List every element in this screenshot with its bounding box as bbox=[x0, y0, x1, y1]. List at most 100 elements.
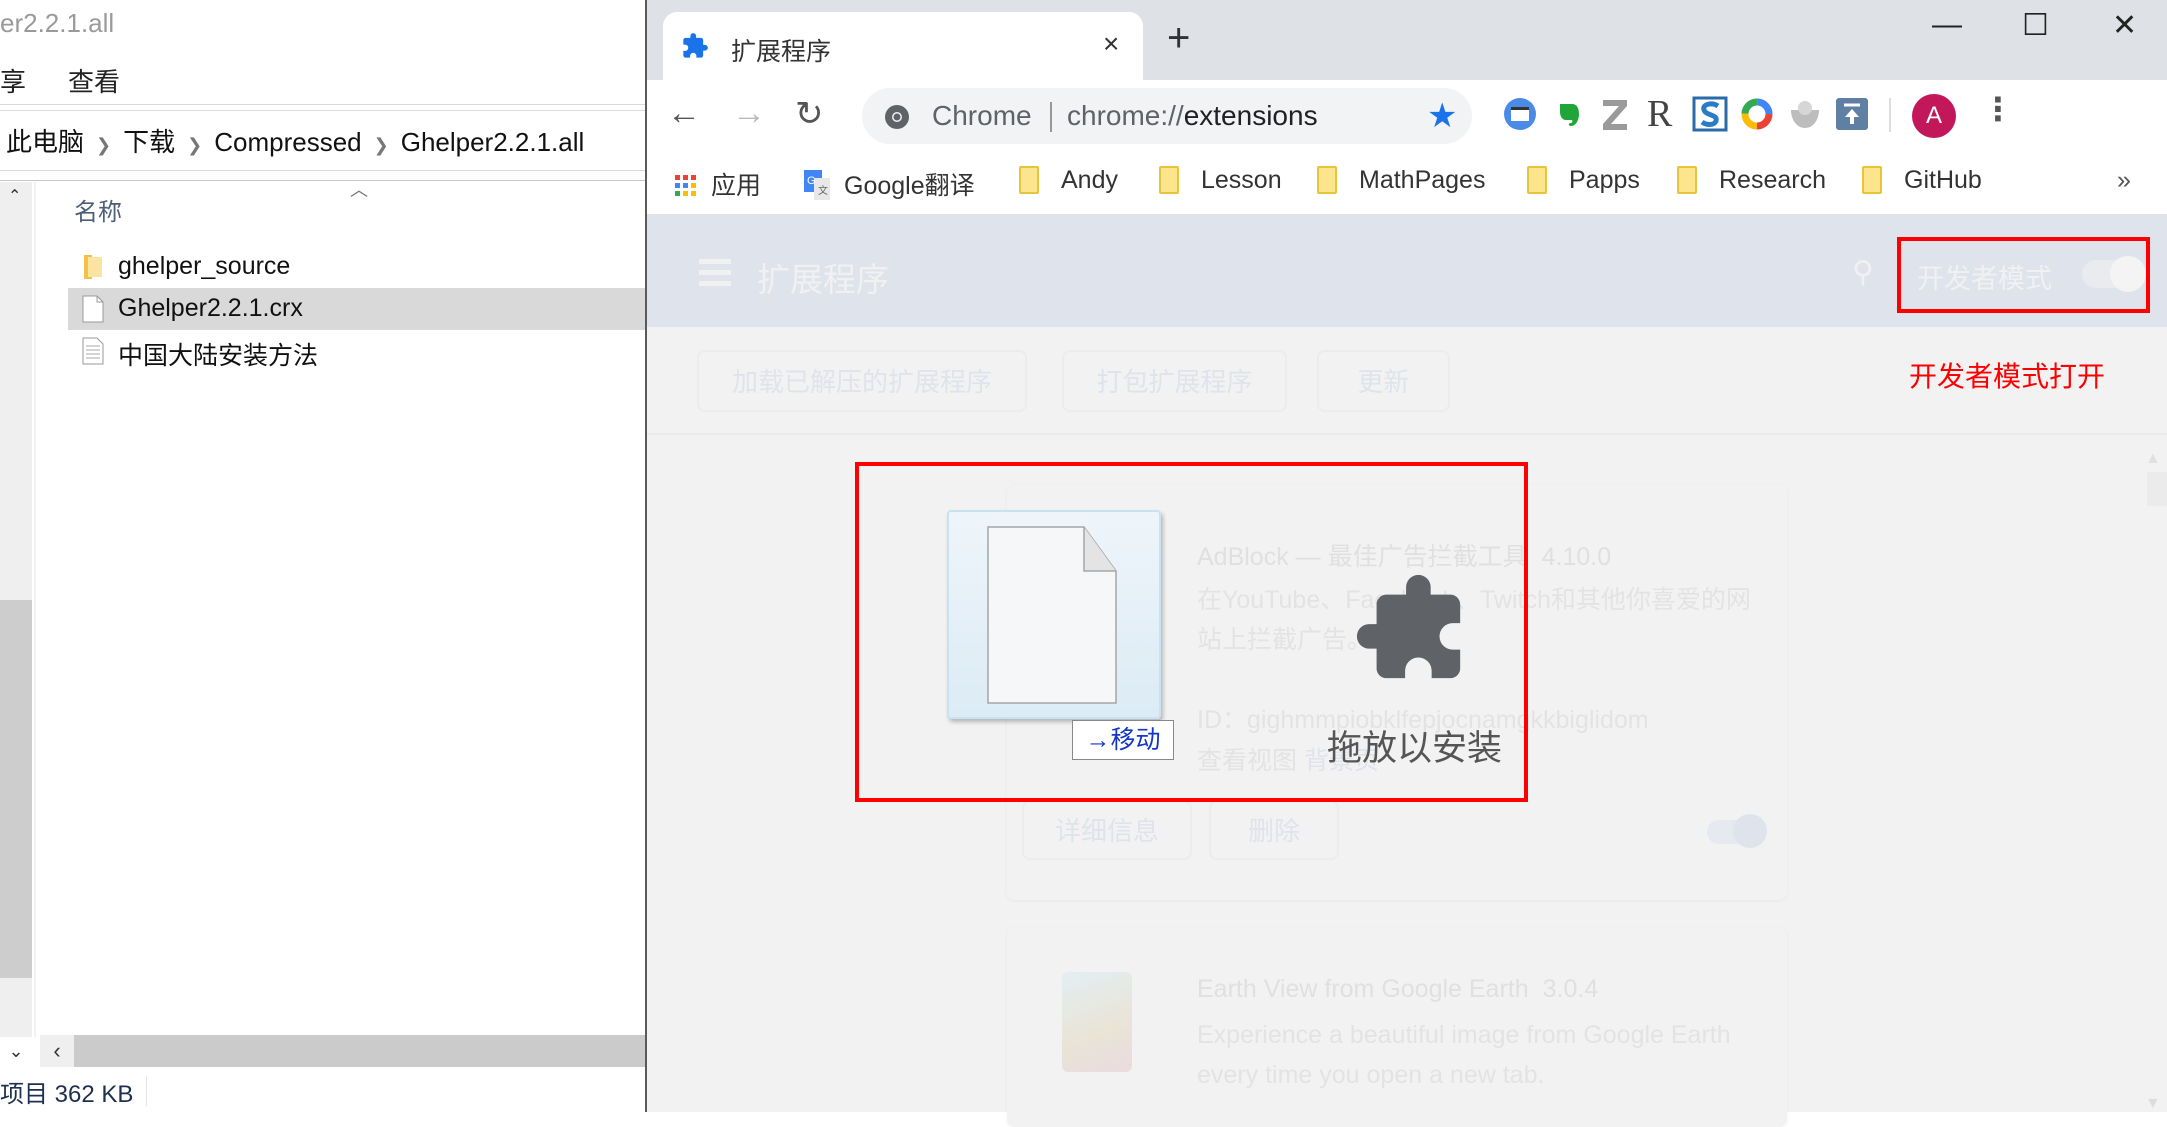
tab-extensions[interactable]: 扩展程序 × bbox=[663, 12, 1143, 80]
file-row-selected[interactable]: Ghelper2.2.1.crx bbox=[68, 288, 645, 330]
dragged-file-preview bbox=[947, 510, 1161, 719]
browser-toolbar: ← → ↻ Chrome chrome://extensions ★ R A ⋮ bbox=[647, 80, 2167, 152]
scroll-down-icon[interactable]: ⌄ bbox=[0, 1035, 32, 1067]
close-window-button[interactable]: ✕ bbox=[2112, 8, 2137, 43]
kebab-menu-icon[interactable]: ⋮ bbox=[1982, 90, 2014, 128]
horizontal-scrollbar[interactable] bbox=[40, 1035, 645, 1067]
page-scrollbar-thumb[interactable] bbox=[2147, 472, 2167, 506]
details-button[interactable]: 详细信息 bbox=[1022, 800, 1192, 860]
bookmark-folder[interactable]: Research bbox=[1677, 166, 1826, 195]
bookmark-apps[interactable]: 应用 bbox=[675, 166, 761, 202]
breadcrumb-item[interactable]: 下载 bbox=[123, 127, 175, 157]
breadcrumb-item[interactable]: Compressed bbox=[214, 127, 361, 157]
column-header-name[interactable]: 名称 bbox=[74, 192, 122, 227]
bookmark-folder[interactable]: Lesson bbox=[1159, 166, 1282, 195]
extension-enable-toggle[interactable] bbox=[1707, 814, 1767, 848]
forward-arrow-icon[interactable]: → bbox=[732, 94, 766, 133]
file-explorer-window: er2.2.1.all 享 查看 此电脑 ❯ 下载 ❯ Compressed ❯ Ghelp… bbox=[0, 0, 645, 1112]
chrome-logo-icon bbox=[885, 105, 909, 129]
folder-icon bbox=[1862, 166, 1882, 194]
bookmarks-bar: 应用 G文 Google翻译 Andy Lesson MathPages Pap… bbox=[647, 152, 2167, 216]
folder-icon bbox=[1019, 166, 1039, 194]
back-arrow-icon[interactable]: ← bbox=[667, 94, 701, 133]
svg-text:G: G bbox=[807, 175, 816, 187]
divider bbox=[1889, 98, 1891, 132]
menu-share[interactable]: 享 bbox=[0, 62, 26, 99]
bookmark-folder[interactable]: GitHub bbox=[1862, 166, 1982, 195]
chevron-right-icon: ❯ bbox=[96, 135, 112, 155]
bookmark-folder[interactable]: Andy bbox=[1019, 166, 1118, 195]
file-name: ghelper_source bbox=[118, 252, 291, 280]
url-text[interactable]: chrome://extensions bbox=[1067, 100, 1318, 132]
tab-strip: 扩展程序 × + — ☐ ✕ bbox=[647, 0, 2167, 80]
pack-extension-button[interactable]: 打包扩展程序 bbox=[1062, 350, 1287, 412]
url-path: extensions bbox=[1183, 100, 1318, 131]
bookmark-folder[interactable]: MathPages bbox=[1317, 166, 1485, 195]
search-icon[interactable]: ⚲ bbox=[1852, 255, 1874, 290]
update-button[interactable]: 更新 bbox=[1317, 350, 1450, 412]
bookmark-label: Lesson bbox=[1201, 166, 1282, 194]
page-scroll-down-icon[interactable]: ▼ bbox=[2145, 1095, 2161, 1113]
remove-button[interactable]: 删除 bbox=[1209, 800, 1339, 860]
hamburger-menu-icon[interactable] bbox=[699, 259, 731, 292]
bookmark-label: GitHub bbox=[1904, 166, 1982, 194]
site-label: Chrome bbox=[932, 100, 1032, 131]
tab-title: 扩展程序 bbox=[731, 38, 832, 66]
folder-icon bbox=[1159, 166, 1179, 194]
bookmark-label: 应用 bbox=[711, 172, 762, 200]
scroll-up-icon[interactable]: ⌃ bbox=[8, 186, 21, 206]
scroll-left-icon[interactable]: ‹ bbox=[40, 1035, 74, 1067]
load-unpacked-button[interactable]: 加载已解压的扩展程序 bbox=[697, 350, 1027, 412]
window-title: er2.2.1.all bbox=[0, 8, 115, 38]
extensions-header: 扩展程序 ⚲ 开发者模式 bbox=[647, 215, 2167, 327]
upload-icon[interactable] bbox=[1834, 96, 1870, 132]
google-translate-icon: G文 bbox=[804, 170, 830, 200]
bookmark-google-translate[interactable]: G文 Google翻译 bbox=[804, 166, 975, 202]
s-icon[interactable] bbox=[1692, 96, 1728, 132]
bowl-icon[interactable] bbox=[1787, 96, 1823, 132]
close-tab-icon[interactable]: × bbox=[1103, 28, 1119, 60]
bookmark-star-icon[interactable]: ★ bbox=[1427, 96, 1457, 136]
new-tab-button[interactable]: + bbox=[1167, 18, 1190, 58]
bookmarks-overflow-button[interactable]: » bbox=[2117, 166, 2131, 195]
pane-divider bbox=[34, 182, 36, 1037]
r-icon[interactable]: R bbox=[1647, 92, 1683, 135]
divider bbox=[1050, 102, 1052, 132]
zotero-icon[interactable] bbox=[1597, 96, 1633, 132]
breadcrumb[interactable]: 此电脑 ❯ 下载 ❯ Compressed ❯ Ghelper2.2.1.all bbox=[0, 122, 584, 162]
file-row[interactable]: ghelper_source bbox=[68, 246, 645, 288]
bookmark-folder[interactable]: Papps bbox=[1527, 166, 1640, 195]
bookmark-label: Andy bbox=[1061, 166, 1118, 194]
file-row[interactable]: 中国大陆安装方法 bbox=[68, 330, 645, 372]
extension-description: Experience a beautiful image from Google… bbox=[1197, 1021, 1731, 1089]
file-icon bbox=[987, 526, 1117, 704]
url-scheme: chrome:// bbox=[1067, 100, 1184, 131]
minimize-button[interactable]: — bbox=[1932, 8, 1962, 42]
maximize-button[interactable]: ☐ bbox=[2022, 8, 2049, 43]
folder-icon bbox=[84, 255, 102, 279]
scrollbar-thumb[interactable] bbox=[0, 600, 32, 978]
toggle-knob bbox=[1733, 814, 1767, 848]
text-file-icon bbox=[82, 337, 104, 365]
google-circle-icon[interactable] bbox=[1739, 96, 1775, 132]
menu-view[interactable]: 查看 bbox=[68, 62, 120, 99]
address-bar[interactable]: Chrome chrome://extensions ★ bbox=[862, 88, 1472, 144]
tab-manager-icon[interactable] bbox=[1502, 96, 1538, 132]
bookmark-label: Research bbox=[1719, 166, 1826, 194]
extension-card: Earth View from Google Earth 3.0.4 Experi… bbox=[1007, 927, 1787, 1127]
page-scroll-up-icon[interactable]: ▲ bbox=[2145, 450, 2161, 468]
breadcrumb-item[interactable]: 此电脑 bbox=[6, 127, 84, 157]
folder-icon bbox=[1317, 166, 1337, 194]
bookmark-label: MathPages bbox=[1359, 166, 1486, 194]
evernote-icon[interactable] bbox=[1550, 96, 1586, 132]
status-bar-text: 项目 362 KB bbox=[0, 1081, 134, 1108]
breadcrumb-item[interactable]: Ghelper2.2.1.all bbox=[401, 127, 585, 157]
file-name: 中国大陆安装方法 bbox=[118, 342, 319, 370]
chrome-window: 扩展程序 × + — ☐ ✕ ← → ↻ Chrome chrome://ext… bbox=[645, 0, 2167, 1127]
reload-icon[interactable]: ↻ bbox=[795, 94, 824, 134]
highlight-box bbox=[1897, 237, 2150, 313]
extension-version: 4.10.0 bbox=[1541, 543, 1612, 571]
divider bbox=[647, 433, 2167, 435]
profile-avatar[interactable]: A bbox=[1912, 94, 1956, 138]
file-icon bbox=[82, 295, 104, 323]
